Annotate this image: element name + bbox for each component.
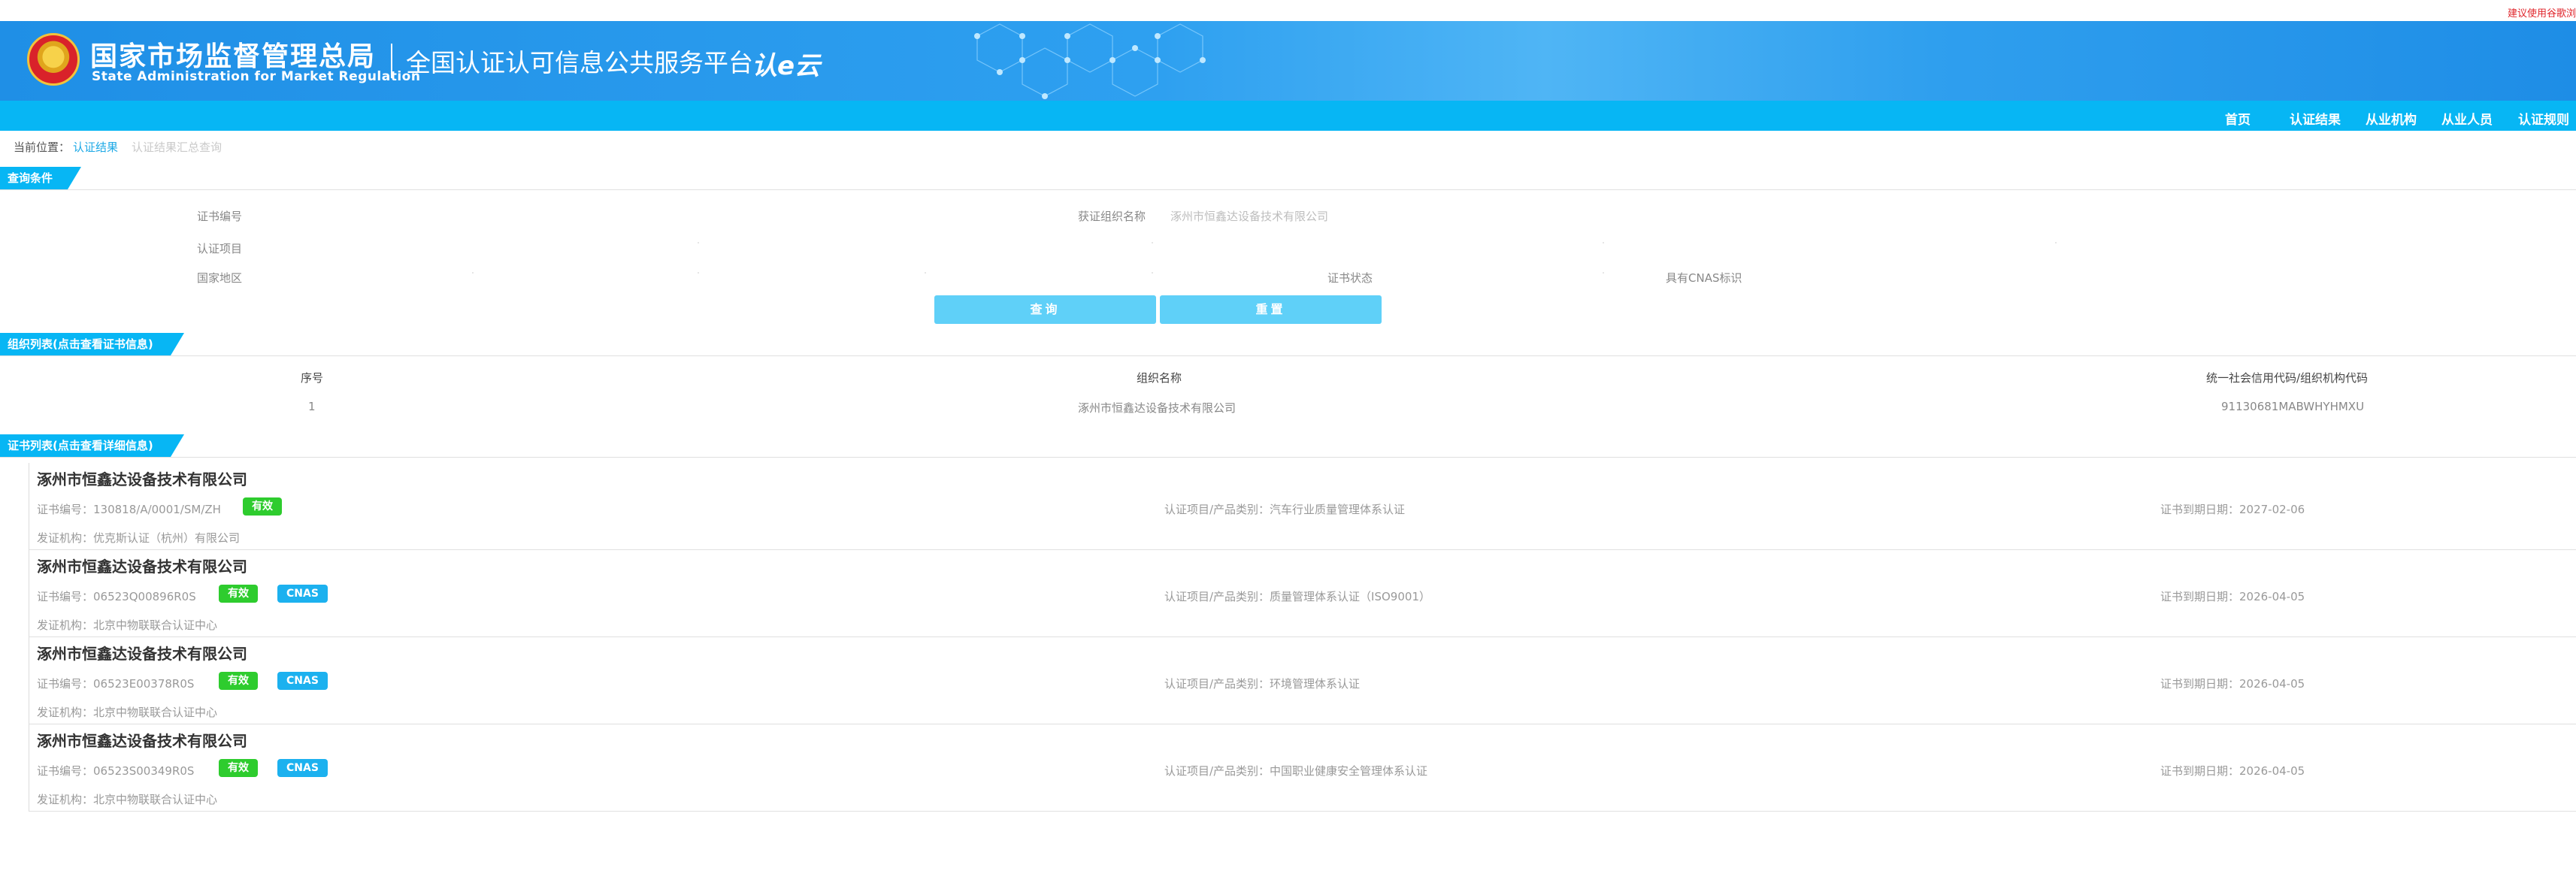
nav-cert-results[interactable]: 认证结果 <box>2290 109 2341 128</box>
org-name-input[interactable]: 涿州市恒鑫达设备技术有限公司 <box>1170 208 1328 224</box>
cert-project: 认证项目/产品类别：质量管理体系认证（ISO9001） <box>1164 590 1430 603</box>
column-header-credit-code: 统一社会信用代码/组织机构代码 <box>2206 371 2369 385</box>
org-name-en: State Administration for Market Regulati… <box>92 69 421 84</box>
search-button[interactable]: 查询 <box>934 295 1156 324</box>
cnas-badge: CNAS <box>277 585 328 603</box>
cert-expire-date: 证书到期日期：2026-04-05 <box>2160 677 2305 691</box>
cnas-badge: CNAS <box>277 672 328 690</box>
nav-home[interactable]: 首页 <box>2225 109 2251 128</box>
cert-list-section-title: 证书列表(点击查看详细信息) <box>0 434 184 457</box>
national-emblem-icon <box>27 33 80 86</box>
org-name-cn: 国家市场监督管理总局 <box>90 41 377 72</box>
select-dot <box>2055 242 2057 243</box>
site-header: 国家市场监督管理总局 State Administration for Mark… <box>0 21 2576 101</box>
status-badge: 有效 <box>219 672 258 690</box>
section-divider <box>0 189 2576 190</box>
cert-org-name[interactable]: 涿州市恒鑫达设备技术有限公司 <box>37 729 247 751</box>
breadcrumb-link-summary[interactable]: 认证结果汇总查询 <box>132 141 222 154</box>
nav-cert-rules[interactable]: 认证规则 <box>2518 109 2569 128</box>
cert-number: 证书编号：06523Q00896R0S <box>37 590 196 603</box>
cert-project: 认证项目/产品类别：汽车行业质量管理体系认证 <box>1164 503 1406 516</box>
cert-issuer: 发证机构：优克斯认证（杭州）有限公司 <box>37 531 241 545</box>
query-section-title: 查询条件 <box>0 167 81 189</box>
select-dot <box>472 272 474 274</box>
select-dot <box>1152 272 1153 274</box>
cert-card[interactable]: 涿州市恒鑫达设备技术有限公司 证书编号：130818/A/0001/SM/ZH … <box>29 463 2576 550</box>
org-name-label: 获证组织名称 <box>1078 210 1146 223</box>
select-dot <box>698 272 699 274</box>
molecule-decoration-icon <box>974 23 1206 99</box>
cert-card[interactable]: 涿州市恒鑫达设备技术有限公司 证书编号：06523E00378R0S 有效 CN… <box>29 637 2576 724</box>
column-header-org-name: 组织名称 <box>1137 371 1182 385</box>
select-dot <box>1152 242 1153 243</box>
cert-org-name[interactable]: 涿州市恒鑫达设备技术有限公司 <box>37 642 247 664</box>
cert-issuer: 发证机构：北京中物联联合认证中心 <box>37 793 218 806</box>
platform-name: 全国认证认可信息公共服务平台 <box>406 48 753 77</box>
org-row-credit-code: 91130681MABWHYHMXU <box>2221 400 2365 413</box>
nav-personnel[interactable]: 从业人员 <box>2441 109 2493 128</box>
cert-org-name[interactable]: 涿州市恒鑫达设备技术有限公司 <box>37 467 247 489</box>
project-label: 认证项目 <box>197 242 243 256</box>
cert-number: 证书编号：06523S00349R0S <box>37 764 195 778</box>
browser-notice: 建议使用谷歌浏 <box>2507 8 2576 20</box>
status-badge: 有效 <box>219 759 258 777</box>
cert-card[interactable]: 涿州市恒鑫达设备技术有限公司 证书编号：06523S00349R0S 有效 CN… <box>29 724 2576 812</box>
region-label: 国家地区 <box>197 271 243 285</box>
cert-card[interactable]: 涿州市恒鑫达设备技术有限公司 证书编号：06523Q00896R0S 有效 CN… <box>29 550 2576 637</box>
select-dot <box>698 242 699 243</box>
top-notice-bar: 建议使用谷歌浏 <box>0 0 2576 21</box>
status-label: 证书状态 <box>1327 271 1373 285</box>
status-badge: 有效 <box>219 585 258 603</box>
nav-institutions[interactable]: 从业机构 <box>2366 109 2417 128</box>
status-badge: 有效 <box>243 497 282 516</box>
cert-org-name[interactable]: 涿州市恒鑫达设备技术有限公司 <box>37 555 247 576</box>
cert-no-label: 证书编号 <box>197 210 243 223</box>
breadcrumb-link-results[interactable]: 认证结果 <box>73 141 118 154</box>
cert-issuer: 发证机构：北京中物联联合认证中心 <box>37 618 218 632</box>
cert-expire-date: 证书到期日期：2026-04-05 <box>2160 590 2305 603</box>
cert-list: 涿州市恒鑫达设备技术有限公司 证书编号：130818/A/0001/SM/ZH … <box>29 463 2576 812</box>
select-dot <box>925 272 926 274</box>
main-nav: 首页 认证结果 从业机构 从业人员 认证规则 <box>0 101 2576 131</box>
cert-number: 证书编号：06523E00378R0S <box>37 677 195 691</box>
cert-expire-date: 证书到期日期：2026-04-05 <box>2160 764 2305 778</box>
cert-project: 认证项目/产品类别：环境管理体系认证 <box>1164 677 1361 691</box>
select-dot <box>1603 242 1604 243</box>
cnas-badge: CNAS <box>277 759 328 777</box>
column-header-index: 序号 <box>301 371 324 385</box>
section-divider <box>0 355 2576 356</box>
cert-expire-date: 证书到期日期：2027-02-06 <box>2160 503 2305 516</box>
org-row-name[interactable]: 涿州市恒鑫达设备技术有限公司 <box>1078 400 1236 416</box>
section-divider <box>0 457 2576 458</box>
org-list-section-title: 组织列表(点击查看证书信息) <box>0 333 184 355</box>
breadcrumb: 当前位置： 认证结果 认证结果汇总查询 <box>14 139 222 155</box>
cert-number: 证书编号：130818/A/0001/SM/ZH <box>37 503 221 516</box>
org-row-index: 1 <box>308 400 316 413</box>
header-divider <box>391 44 392 78</box>
cert-issuer: 发证机构：北京中物联联合认证中心 <box>37 706 218 719</box>
cloud-logo: 认e云 <box>752 51 821 81</box>
cnas-label: 具有CNAS标识 <box>1666 271 1742 285</box>
select-dot <box>1603 272 1604 274</box>
reset-button[interactable]: 重置 <box>1160 295 1382 324</box>
breadcrumb-label: 当前位置： <box>14 141 71 154</box>
cert-project: 认证项目/产品类别：中国职业健康安全管理体系认证 <box>1164 764 1428 778</box>
